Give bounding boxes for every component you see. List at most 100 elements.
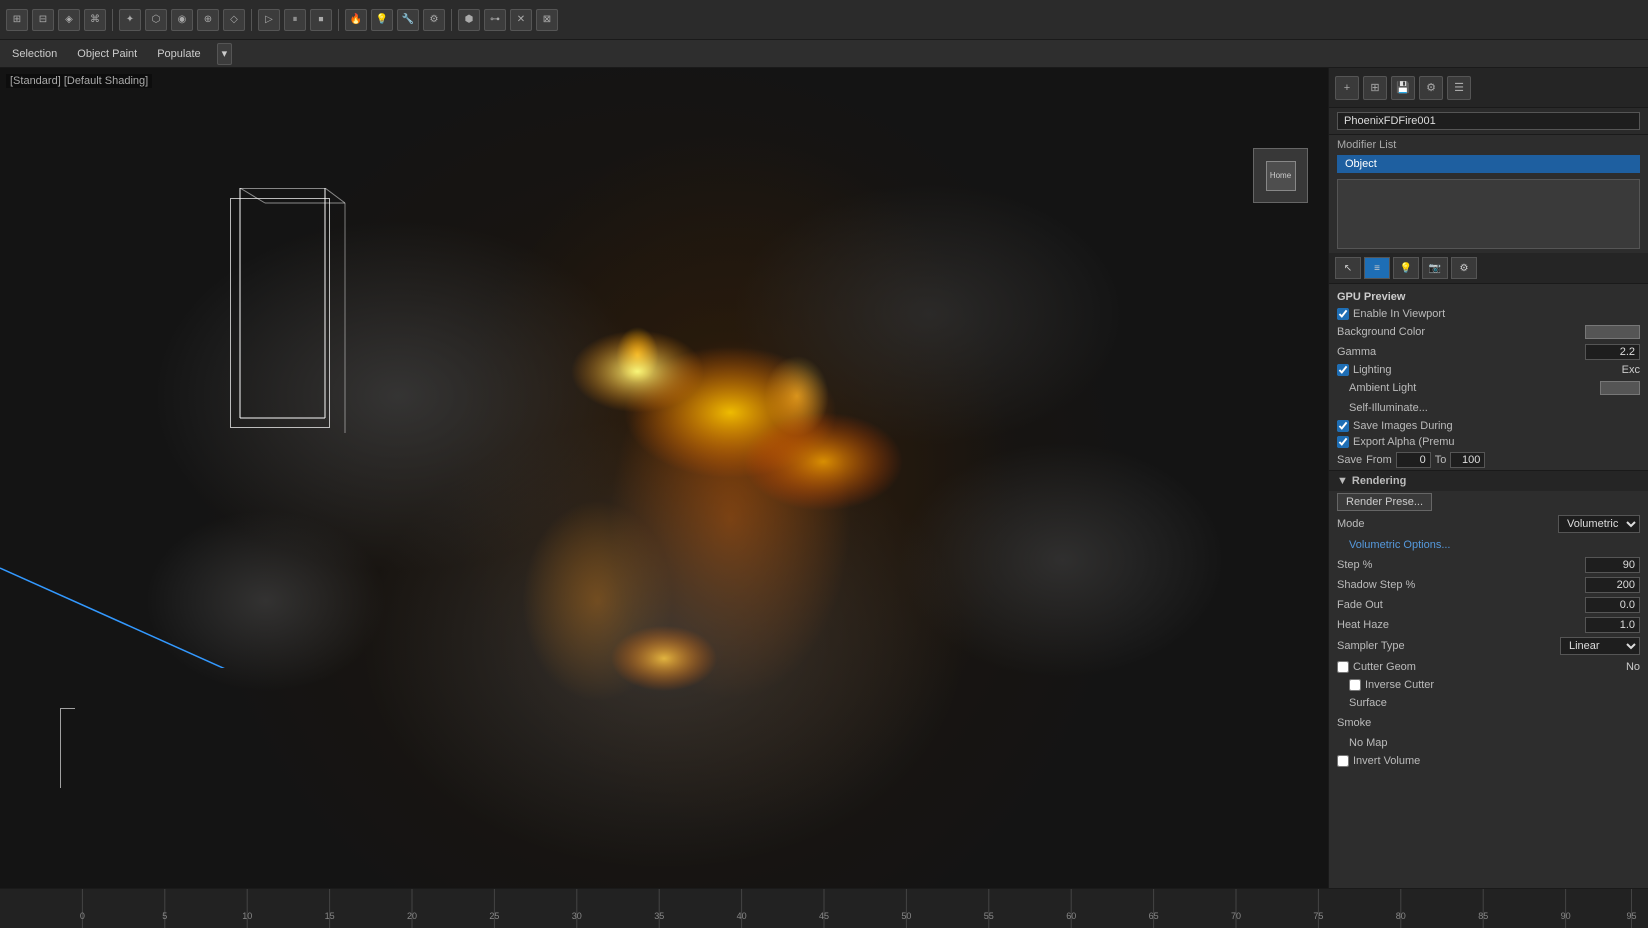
toolbar-icon-12[interactable]: ⏹ <box>310 9 332 31</box>
modifier-list-item[interactable]: Object <box>1337 155 1640 173</box>
toolbar-sep-4 <box>451 9 452 31</box>
background-color-swatch[interactable] <box>1585 325 1640 339</box>
panel-tabs: ↖ ≡ 💡 📷 ⚙ <box>1329 253 1648 284</box>
step-label: Step % <box>1337 559 1585 571</box>
export-alpha-checkbox[interactable] <box>1337 436 1349 448</box>
volumetric-options-label[interactable]: Volumetric Options... <box>1349 539 1640 551</box>
navigation-cube[interactable]: Home <box>1253 148 1308 203</box>
object-name-bar <box>1329 108 1648 135</box>
svg-text:65: 65 <box>1149 911 1159 921</box>
panel-icon-menu[interactable]: ☰ <box>1447 76 1471 100</box>
toolbar-icon-14[interactable]: 💡 <box>371 9 393 31</box>
toolbar-icon-18[interactable]: ⊶ <box>484 9 506 31</box>
toolbar-icon-9[interactable]: ◇ <box>223 9 245 31</box>
shadow-step-input[interactable] <box>1585 577 1640 593</box>
sampler-type-select[interactable]: Linear <box>1560 637 1640 655</box>
svg-text:80: 80 <box>1396 911 1406 921</box>
main-content: [Standard] [Default Shading] Home <box>0 68 1648 888</box>
inverse-cutter-row: Inverse Cutter <box>1329 677 1648 693</box>
save-from-input[interactable] <box>1396 452 1431 468</box>
gamma-input[interactable] <box>1585 344 1640 360</box>
cutter-geom-checkbox[interactable] <box>1337 661 1349 673</box>
fade-out-input[interactable] <box>1585 597 1640 613</box>
invert-volume-label: Invert Volume <box>1353 755 1420 767</box>
invert-volume-checkbox[interactable] <box>1337 755 1349 767</box>
save-to-input[interactable] <box>1450 452 1485 468</box>
rendering-section-header[interactable]: ▼ Rendering <box>1329 470 1648 491</box>
modifier-list-label: Modifier List <box>1329 135 1648 153</box>
viewport[interactable]: [Standard] [Default Shading] Home <box>0 68 1328 888</box>
svg-text:85: 85 <box>1478 911 1488 921</box>
inverse-cutter-checkbox[interactable] <box>1349 679 1361 691</box>
toolbar2-dropdown[interactable]: ▾ <box>217 43 233 65</box>
toolbar-icon-8[interactable]: ⊕ <box>197 9 219 31</box>
toolbar-icon-17[interactable]: ⬢ <box>458 9 480 31</box>
toolbar-icon-4[interactable]: ⌘ <box>84 9 106 31</box>
mode-label: Mode <box>1337 518 1558 530</box>
heat-haze-input[interactable] <box>1585 617 1640 633</box>
toolbar-icon-6[interactable]: ⬡ <box>145 9 167 31</box>
step-input[interactable] <box>1585 557 1640 573</box>
svg-text:25: 25 <box>489 911 499 921</box>
fade-out-label: Fade Out <box>1337 599 1585 611</box>
toolbar-icon-10[interactable]: ▷ <box>258 9 280 31</box>
mode-row: Mode Volumetric <box>1329 513 1648 535</box>
save-label: Save <box>1337 454 1362 466</box>
cutter-geom-label: Cutter Geom <box>1353 661 1600 673</box>
toolbar2-selection[interactable]: Selection <box>8 46 61 62</box>
panel-icon-save[interactable]: 💾 <box>1391 76 1415 100</box>
lighting-checkbox[interactable] <box>1337 364 1349 376</box>
mode-select[interactable]: Volumetric <box>1558 515 1640 533</box>
toolbar-icon-7[interactable]: ◉ <box>171 9 193 31</box>
svg-text:50: 50 <box>901 911 911 921</box>
ambient-light-swatch[interactable] <box>1600 381 1640 395</box>
toolbar-icon-11[interactable]: ⏸ <box>284 9 306 31</box>
shadow-step-row: Shadow Step % <box>1329 575 1648 595</box>
toolbar-icon-1[interactable]: ⊞ <box>6 9 28 31</box>
fade-out-row: Fade Out <box>1329 595 1648 615</box>
enable-viewport-label: Enable In Viewport <box>1353 308 1445 320</box>
panel-icon-settings[interactable]: ⚙ <box>1419 76 1443 100</box>
toolbar-icon-20[interactable]: ⊠ <box>536 9 558 31</box>
svg-text:0: 0 <box>80 911 85 921</box>
secondary-toolbar: Selection Object Paint Populate ▾ <box>0 40 1648 68</box>
toolbar2-object-paint[interactable]: Object Paint <box>73 46 141 62</box>
timeline-svg: 0 5 10 15 20 25 30 35 40 45 50 55 60 <box>0 889 1648 928</box>
toolbar-icon-3[interactable]: ◈ <box>58 9 80 31</box>
svg-text:15: 15 <box>325 911 335 921</box>
panel-tab-settings[interactable]: ⚙ <box>1451 257 1477 279</box>
toolbar-icon-15[interactable]: 🔧 <box>397 9 419 31</box>
panel-tab-camera[interactable]: 📷 <box>1422 257 1448 279</box>
ambient-light-row: Ambient Light <box>1329 378 1648 398</box>
export-alpha-row: Export Alpha (Premu <box>1329 434 1648 450</box>
toolbar-icon-5[interactable]: ✦ <box>119 9 141 31</box>
background-color-label: Background Color <box>1337 326 1585 338</box>
toolbar-icon-16[interactable]: ⚙ <box>423 9 445 31</box>
surface-row: Surface <box>1329 693 1648 713</box>
save-images-checkbox[interactable] <box>1337 420 1349 432</box>
svg-text:45: 45 <box>819 911 829 921</box>
panel-tab-cursor[interactable]: ↖ <box>1335 257 1361 279</box>
toolbar-sep-1 <box>112 9 113 31</box>
toolbar2-populate[interactable]: Populate <box>153 46 204 62</box>
panel-icon-modifier[interactable]: ⊞ <box>1363 76 1387 100</box>
toolbar-icon-19[interactable]: ✕ <box>510 9 532 31</box>
viewport-label: [Standard] [Default Shading] <box>6 74 152 88</box>
export-alpha-label: Export Alpha (Premu <box>1353 436 1640 448</box>
object-name-input[interactable] <box>1337 112 1640 130</box>
toolbar-icon-13[interactable]: 🔥 <box>345 9 367 31</box>
enable-viewport-checkbox[interactable] <box>1337 308 1349 320</box>
rendering-label: Rendering <box>1352 475 1406 487</box>
self-illuminate-row: Self-Illuminate... <box>1329 398 1648 418</box>
from-label: From <box>1366 454 1392 466</box>
render-preset-button[interactable]: Render Prese... <box>1337 493 1432 511</box>
panel-tab-light[interactable]: 💡 <box>1393 257 1419 279</box>
toolbar-icon-2[interactable]: ⊟ <box>32 9 54 31</box>
panel-tab-list[interactable]: ≡ <box>1364 257 1390 279</box>
panel-icon-add[interactable]: + <box>1335 76 1359 100</box>
svg-text:70: 70 <box>1231 911 1241 921</box>
heat-haze-row: Heat Haze <box>1329 615 1648 635</box>
timeline-ruler[interactable]: 0 5 10 15 20 25 30 35 40 45 50 55 60 <box>0 889 1648 928</box>
small-wirebox <box>60 708 75 788</box>
svg-text:75: 75 <box>1313 911 1323 921</box>
